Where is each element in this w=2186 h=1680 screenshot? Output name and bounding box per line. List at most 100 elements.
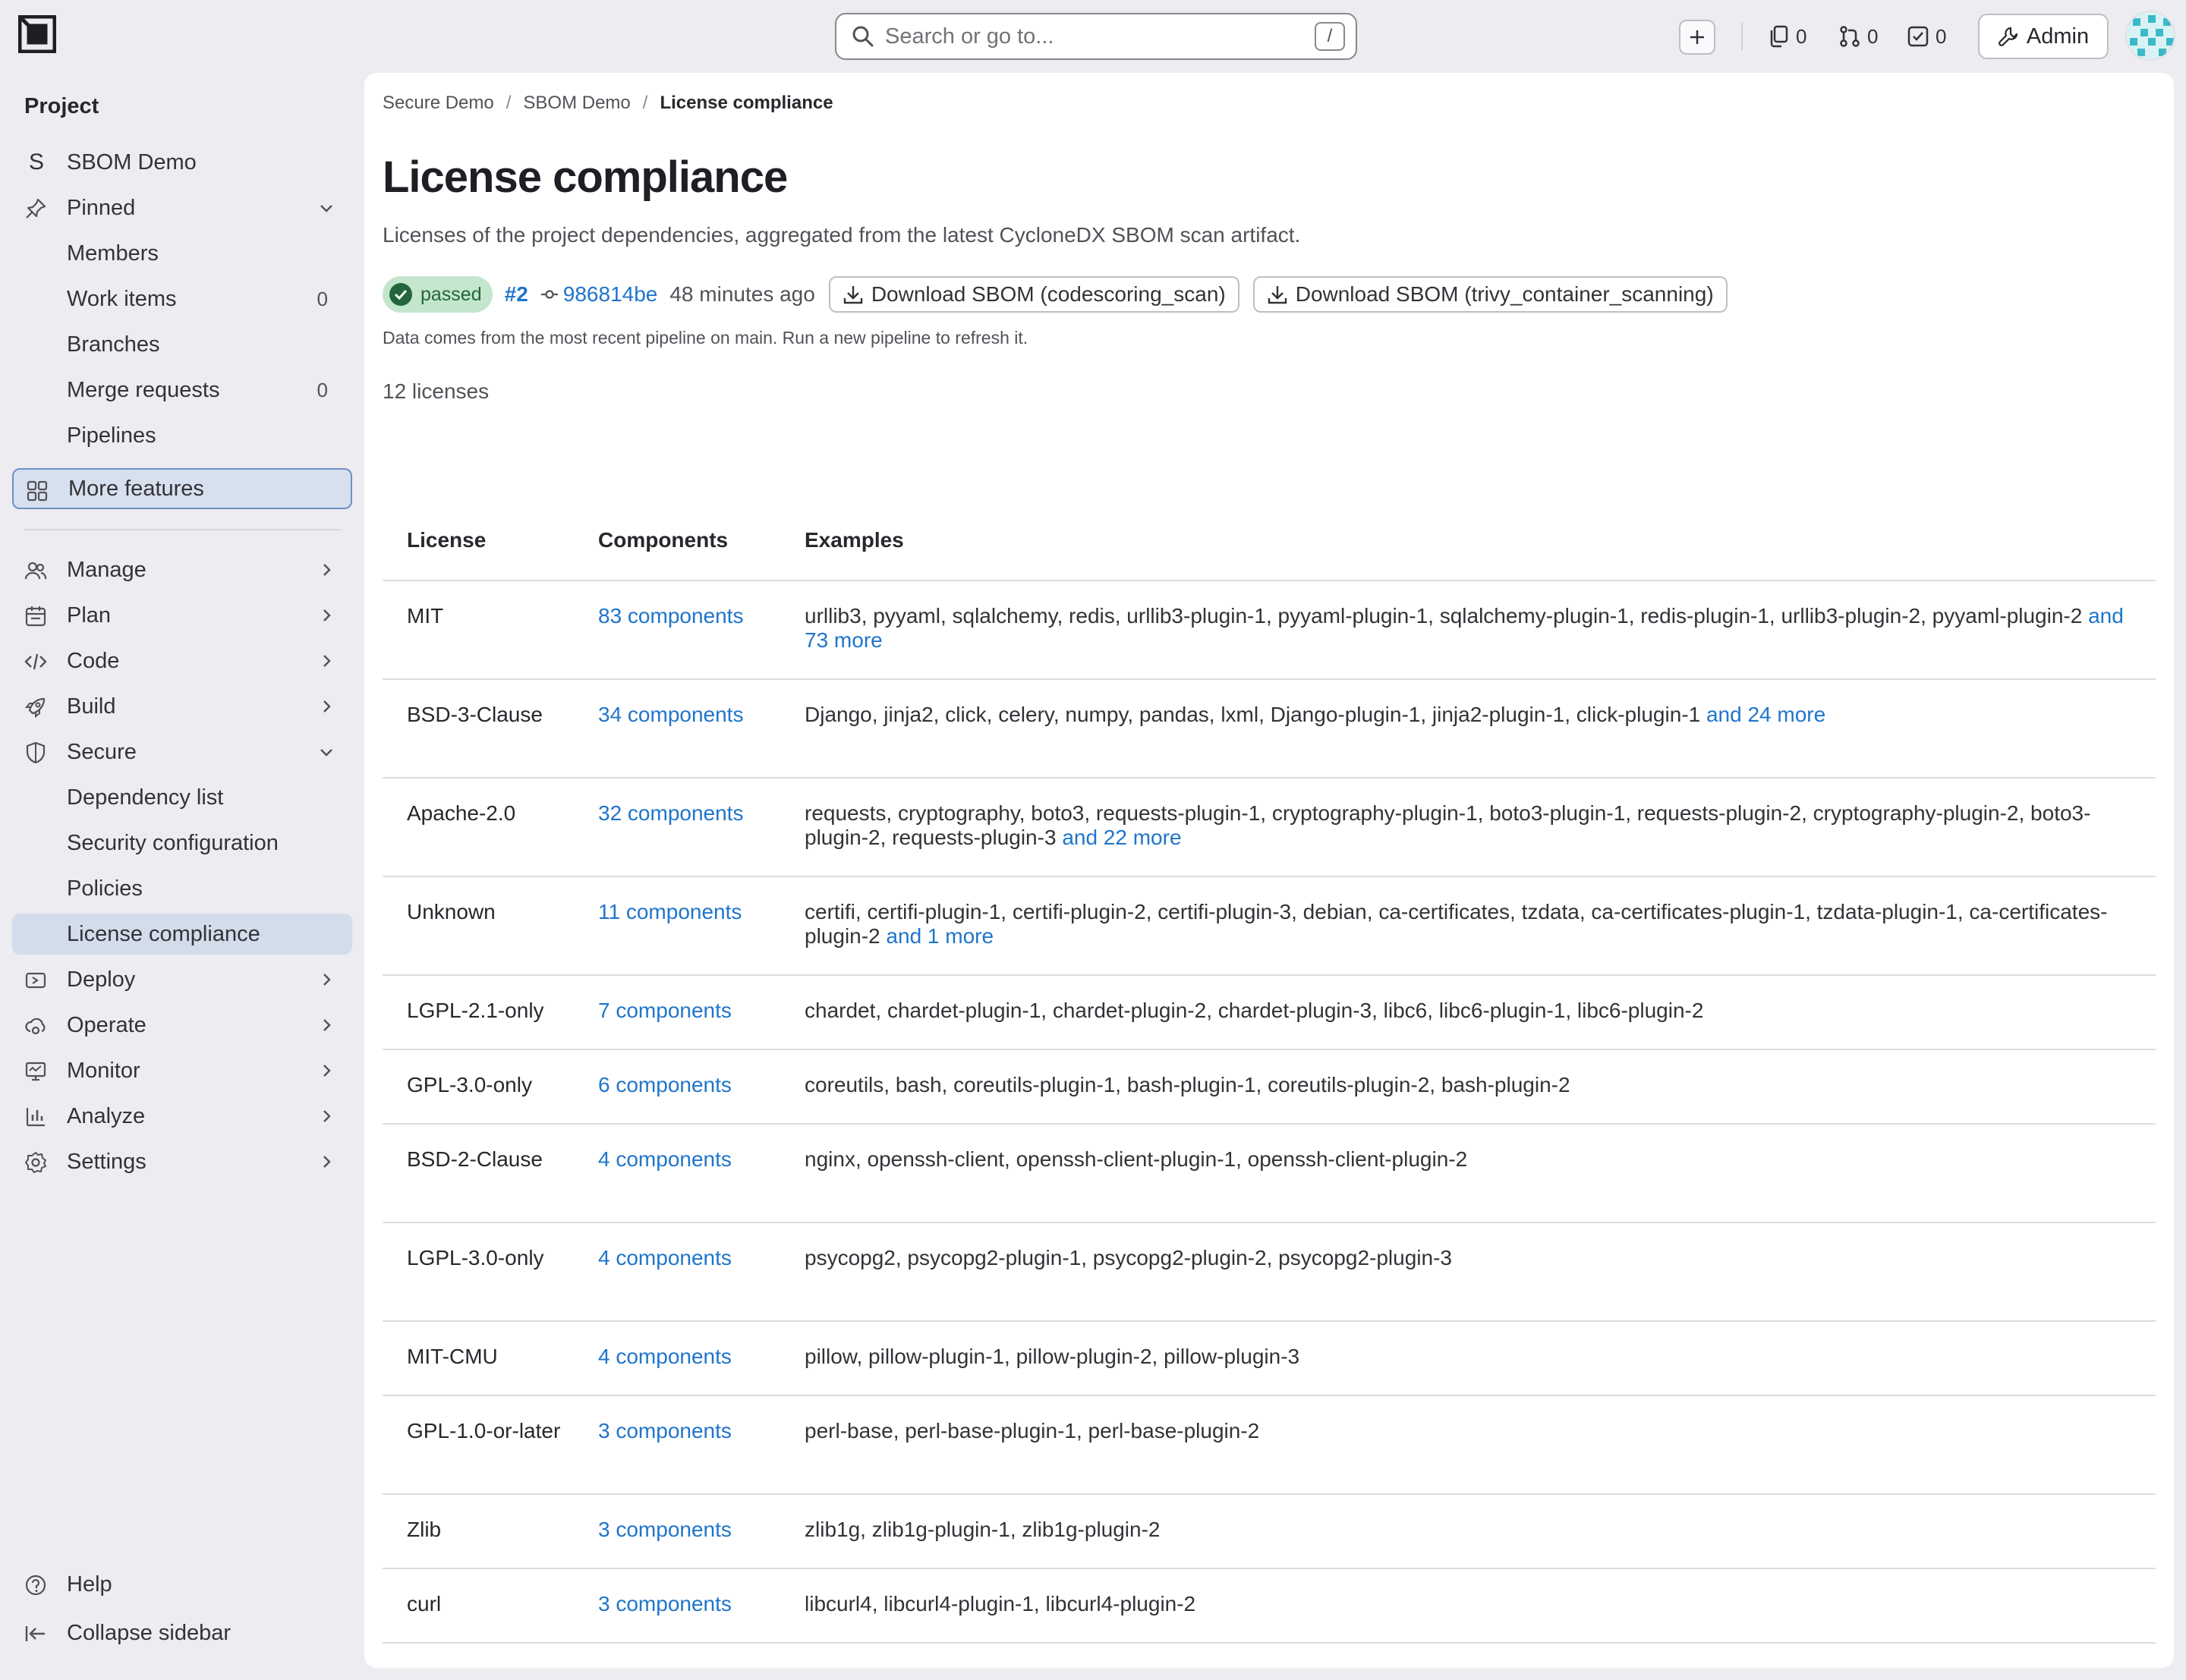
pipeline-info: passed #2 986814be 48 minutes ago Downlo… [383, 276, 1728, 313]
license-name: Apache-2.0 [407, 801, 516, 825]
sidebar-item-deploy[interactable]: Deploy [12, 959, 352, 1000]
sidebar-item-label: Build [67, 694, 116, 719]
sidebar-item-label: Manage [67, 557, 146, 582]
license-name: GPL-1.0-or-later [407, 1419, 561, 1442]
page-description: Licenses of the project dependencies, ag… [383, 223, 1301, 247]
components-link[interactable]: 32 components [598, 801, 743, 826]
sidebar: Project S SBOM Demo Pinned Members Work … [0, 73, 364, 1680]
sidebar-item-label: Monitor [67, 1058, 140, 1083]
components-link[interactable]: 6 components [598, 1073, 732, 1097]
sidebar-item-label: License compliance [67, 921, 260, 946]
components-link[interactable]: 3 components [598, 1592, 732, 1616]
user-avatar[interactable] [2125, 11, 2175, 61]
chevron-right-icon [323, 1156, 331, 1168]
sidebar-item-settings[interactable]: Settings [12, 1141, 352, 1182]
search-input[interactable]: Search or go to... / [835, 13, 1357, 60]
sidebar-item-code[interactable]: Code [12, 640, 352, 681]
examples-list: perl-base, perl-base-plugin-1, perl-base… [805, 1419, 1260, 1442]
sidebar-item-merge-requests[interactable]: Merge requests 0 [12, 370, 352, 411]
components-link[interactable]: 3 components [598, 1518, 732, 1542]
table-row: LGPL-2.1-only 7 components chardet, char… [383, 976, 2156, 1050]
sidebar-item-security-configuration[interactable]: Security configuration [12, 823, 352, 864]
examples-list: nginx, openssh-client, openssh-client-pl… [805, 1147, 1468, 1171]
sidebar-item-license-compliance[interactable]: License compliance [12, 914, 352, 955]
components-link[interactable]: 7 components [598, 999, 732, 1023]
admin-button[interactable]: Admin [1978, 14, 2109, 59]
sidebar-item-dependency-list[interactable]: Dependency list [12, 777, 352, 818]
download-icon [1268, 286, 1287, 304]
sidebar-item-work-items[interactable]: Work items 0 [12, 278, 352, 319]
more-link[interactable]: and 22 more [1062, 826, 1181, 849]
sidebar-collapse[interactable]: Collapse sidebar [12, 1612, 352, 1653]
create-new-button[interactable] [1679, 20, 1715, 55]
top-bar: Search or go to... / 0 0 0 Admin [0, 0, 2186, 73]
assigned-issues-button[interactable]: 0 [1769, 18, 1806, 55]
components-link[interactable]: 4 components [598, 1345, 732, 1369]
pipeline-id-link[interactable]: #2 [505, 282, 528, 307]
sidebar-item-analyze[interactable]: Analyze [12, 1096, 352, 1137]
chevron-right-icon [323, 655, 331, 667]
examples-list: zlib1g, zlib1g-plugin-1, zlib1g-plugin-2 [805, 1518, 1161, 1541]
download-sbom-codescoring-button[interactable]: Download SBOM (codescoring_scan) [828, 276, 1239, 313]
license-name: LGPL-3.0-only [407, 1246, 544, 1269]
sidebar-project-link[interactable]: S SBOM Demo [12, 142, 352, 183]
components-link[interactable]: 4 components [598, 1246, 732, 1270]
monitor-icon [25, 1062, 46, 1081]
table-row: Unknown 11 components certifi, certifi-p… [383, 877, 2156, 976]
components-link[interactable]: 11 components [598, 900, 742, 924]
breadcrumb-project[interactable]: SBOM Demo [523, 93, 630, 114]
chevron-right-icon [323, 700, 331, 713]
components-link[interactable]: 3 components [598, 1419, 732, 1443]
download-sbom-trivy-button[interactable]: Download SBOM (trivy_container_scanning) [1252, 276, 1728, 313]
commit-sha-link[interactable]: 986814be [563, 282, 658, 307]
project-avatar: S [28, 149, 44, 175]
project-name: SBOM Demo [67, 149, 197, 175]
sidebar-item-operate[interactable]: Operate [12, 1005, 352, 1046]
pipeline-time: 48 minutes ago [669, 282, 815, 306]
topbar-divider [1741, 23, 1743, 50]
sidebar-item-manage[interactable]: Manage [12, 549, 352, 590]
sidebar-help[interactable]: Help [12, 1564, 352, 1605]
breadcrumb-group[interactable]: Secure Demo [383, 93, 494, 114]
table-row: BSD-3-Clause 34 components Django, jinja… [383, 680, 2156, 779]
components-link[interactable]: 83 components [598, 604, 743, 628]
examples-list: pillow, pillow-plugin-1, pillow-plugin-2… [805, 1345, 1300, 1368]
license-table-header: License Components Examples [383, 505, 2156, 581]
chevron-right-icon [323, 1065, 331, 1077]
sidebar-item-policies[interactable]: Policies [12, 868, 352, 909]
examples-cell: psycopg2, psycopg2-plugin-1, psycopg2-pl… [805, 1246, 2140, 1270]
examples-cell: libcurl4, libcurl4-plugin-1, libcurl4-pl… [805, 1592, 2140, 1616]
more-link[interactable]: and 24 more [1706, 703, 1825, 726]
more-link[interactable]: and 1 more [886, 924, 994, 948]
examples-list: certifi, certifi-plugin-1, certifi-plugi… [805, 900, 2108, 948]
table-row: BSD-2-Clause 4 components nginx, openssh… [383, 1125, 2156, 1223]
todo-list-button[interactable]: 0 [1907, 18, 1946, 55]
license-name: BSD-3-Clause [407, 703, 543, 726]
sidebar-item-build[interactable]: Build [12, 686, 352, 727]
sidebar-item-branches[interactable]: Branches [12, 324, 352, 365]
sidebar-more-features[interactable]: More features [12, 468, 352, 509]
components-link[interactable]: 34 components [598, 703, 743, 727]
license-name: BSD-2-Clause [407, 1147, 543, 1171]
components-link[interactable]: 4 components [598, 1147, 732, 1172]
sidebar-divider [24, 529, 340, 530]
sidebar-item-label: Members [67, 241, 159, 266]
merge-requests-button[interactable]: 0 [1838, 18, 1878, 55]
status-success-icon [389, 283, 412, 306]
sidebar-item-members[interactable]: Members [12, 233, 352, 274]
gitlab-logo-icon[interactable] [18, 15, 56, 53]
sidebar-item-monitor[interactable]: Monitor [12, 1050, 352, 1091]
cloud-gear-icon [25, 1018, 46, 1035]
sidebar-item-pipelines[interactable]: Pipelines [12, 415, 352, 456]
pipeline-status-badge[interactable]: passed [383, 276, 493, 313]
sidebar-item-label: Security configuration [67, 830, 279, 855]
search-icon [852, 25, 874, 48]
sidebar-item-plan[interactable]: Plan [12, 595, 352, 636]
sidebar-item-label: Deploy [67, 967, 136, 992]
breadcrumb-current[interactable]: License compliance [660, 93, 833, 114]
sidebar-pinned-toggle[interactable]: Pinned [12, 187, 352, 228]
sidebar-item-secure[interactable]: Secure [12, 731, 352, 772]
examples-list: psycopg2, psycopg2-plugin-1, psycopg2-pl… [805, 1246, 1452, 1269]
table-row: Zlib 3 components zlib1g, zlib1g-plugin-… [383, 1495, 2156, 1569]
examples-list: Django, jinja2, click, celery, numpy, pa… [805, 703, 1701, 726]
